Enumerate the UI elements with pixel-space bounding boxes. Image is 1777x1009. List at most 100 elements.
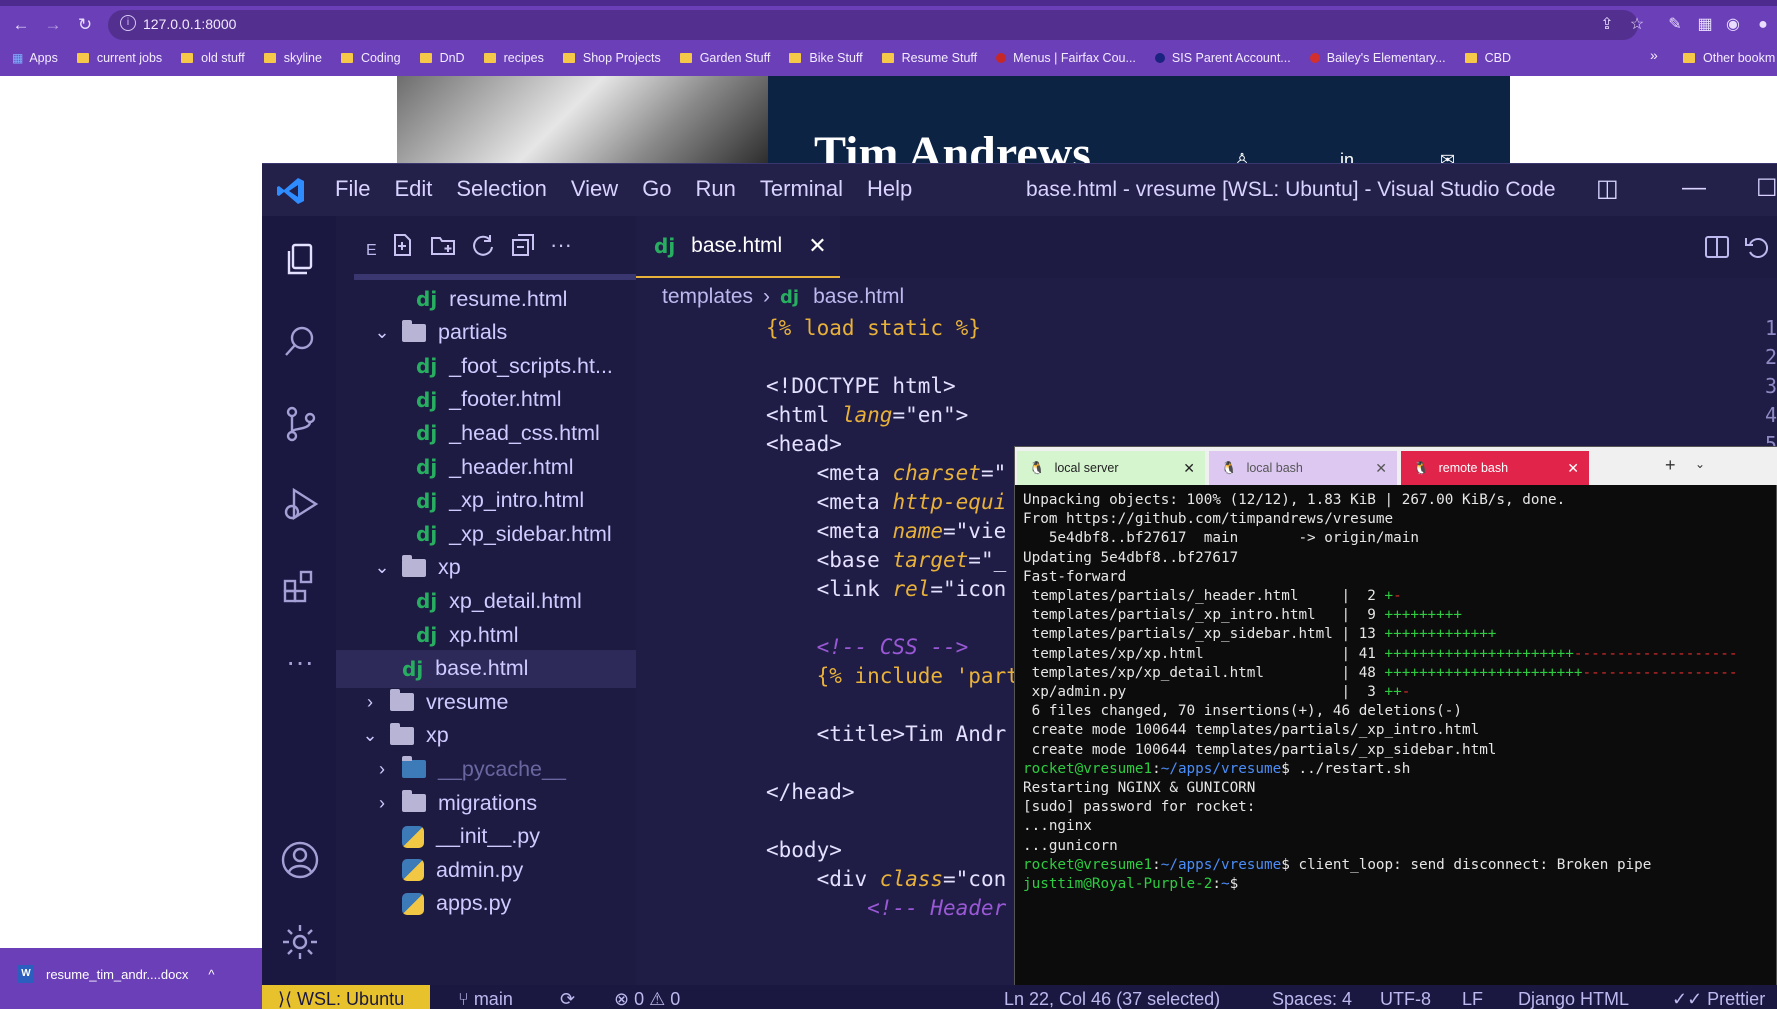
code-line[interactable]: <title>Tim Andr [766,722,1007,746]
extension-icon[interactable]: ▦ [1694,14,1716,36]
tree-file[interactable]: dj _head_css.html [336,414,636,452]
tree-folder[interactable]: ⌄ partials [336,314,636,352]
bookmark-item[interactable]: Coding [340,51,401,65]
tree-file[interactable]: dj _xp_intro.html [336,482,636,520]
close-icon[interactable]: ✕ [1375,460,1387,477]
source-control-icon[interactable] [280,404,320,444]
tree-file[interactable]: dj _header.html [336,448,636,486]
sync-icon[interactable]: ⟳ [560,989,575,1009]
dropdown-chevron-icon[interactable]: ⌄ [1695,457,1705,471]
bookmarks-overflow-icon[interactable]: » [1650,47,1658,63]
new-folder-icon[interactable] [430,232,460,262]
code-line[interactable]: <div class="con [766,867,1007,891]
bookmark-item[interactable]: Garden Stuff [679,51,770,65]
refresh-icon[interactable] [470,232,500,262]
menu-item-run[interactable]: Run [696,176,736,202]
site-info-icon[interactable]: i [120,15,136,31]
extensions-icon[interactable] [280,566,320,606]
close-icon[interactable]: ✕ [808,233,826,259]
chevron-right-icon[interactable]: › [372,759,392,780]
code-line[interactable]: <!-- CSS --> [766,635,969,659]
code-line[interactable]: <body> [766,838,842,862]
bookmark-star-icon[interactable]: ☆ [1626,14,1648,36]
tree-folder[interactable]: › __pycache__ [336,750,636,788]
remote-indicator[interactable]: ⟩⟨ WSL: Ubuntu [262,985,430,1009]
bookmark-item[interactable]: Resume Stuff [881,51,977,65]
chevron-down-icon[interactable]: ⌄ [360,725,380,746]
branch-indicator[interactable]: ⑂ main [458,989,513,1009]
code-line[interactable]: <base target="_ [766,548,1007,572]
cursor-position[interactable]: Ln 22, Col 46 (37 selected) [1004,989,1220,1009]
more-actions-icon[interactable]: ··· [550,232,580,262]
back-arrow-icon[interactable]: ← [10,14,32,36]
code-line[interactable]: <meta charset=" [766,461,1007,485]
tree-file[interactable]: dj _footer.html [336,381,636,419]
code-line[interactable]: <!-- Header [766,896,1006,920]
code-line[interactable]: <meta name="vie [766,519,1007,543]
indentation[interactable]: Spaces: 4 [1272,989,1352,1009]
bookmark-item[interactable]: Bailey's Elementary... [1309,51,1446,65]
tree-folder[interactable]: › migrations [336,784,636,822]
code-line[interactable]: <!DOCTYPE html> [766,374,956,398]
breadcrumb-folder[interactable]: templates [662,285,753,309]
chevron-down-icon[interactable]: ⌄ [372,557,392,578]
terminal-tab[interactable]: 🐧 remote bash ✕ [1401,451,1589,485]
problems-indicator[interactable]: ⊗ 0 ⚠ 0 [614,989,680,1009]
code-line[interactable]: <meta http-equi [766,490,1007,514]
prettier-indicator[interactable]: ✓✓ Prettier [1672,989,1765,1009]
profile-icon[interactable]: ● [1752,14,1774,36]
new-file-icon[interactable] [390,232,420,262]
share-icon[interactable]: ⇪ [1596,14,1618,36]
settings-gear-icon[interactable] [280,922,320,962]
bookmark-item[interactable]: Shop Projects [562,51,661,65]
terminal-tab[interactable]: 🐧 local server ✕ [1017,451,1205,485]
bookmark-item[interactable]: ▦ Apps [12,51,58,65]
tree-file[interactable]: apps.py [336,885,636,923]
code-line[interactable]: <html lang="en"> [766,403,968,427]
explorer-icon[interactable] [280,240,320,280]
address-bar[interactable] [108,10,1638,40]
run-debug-icon[interactable] [280,484,320,524]
code-line[interactable]: <head> [766,432,842,456]
code-line[interactable]: </head> [766,780,855,804]
tree-folder[interactable]: ⌄ xp [336,549,636,587]
other-bookmarks[interactable]: Other bookm [1683,44,1775,72]
breadcrumb-file[interactable]: base.html [813,285,904,309]
reload-icon[interactable]: ↻ [74,14,96,36]
download-item[interactable]: W resume_tim_andr....docx ^ [18,965,214,983]
tree-file[interactable]: dj _foot_scripts.ht... [336,347,636,385]
chevron-right-icon[interactable]: › [372,793,392,814]
tree-file[interactable]: dj _xp_sidebar.html [336,515,636,553]
forward-arrow-icon[interactable]: → [42,14,64,36]
menu-item-file[interactable]: File [335,176,370,202]
code-line[interactable]: <link rel="icon [766,577,1007,601]
bookmark-item[interactable]: current jobs [76,51,162,65]
tree-file[interactable]: dj resume.html [336,280,636,318]
bookmark-item[interactable]: DnD [419,51,465,65]
chevron-up-icon[interactable]: ^ [208,967,214,982]
layout-icon[interactable]: ◫ [1596,174,1619,203]
tree-file[interactable]: dj xp_detail.html [336,582,636,620]
chevron-down-icon[interactable]: ⌄ [372,322,392,343]
close-icon[interactable]: ✕ [1183,460,1195,477]
close-icon[interactable]: ✕ [1567,460,1579,477]
maximize-icon[interactable]: ☐ [1756,174,1777,203]
encoding[interactable]: UTF-8 [1380,989,1431,1009]
bookmark-item[interactable]: SIS Parent Account... [1154,51,1291,65]
bookmark-item[interactable]: CBD [1464,51,1511,65]
menu-item-edit[interactable]: Edit [394,176,432,202]
language-mode[interactable]: Django HTML [1518,989,1629,1009]
tree-folder[interactable]: › vresume [336,683,636,721]
editor-tab[interactable]: dj base.html ✕ [636,216,840,278]
bookmark-item[interactable]: recipes [483,51,544,65]
bookmark-item[interactable]: Bike Stuff [789,51,863,65]
menu-item-go[interactable]: Go [642,176,671,202]
tree-file[interactable]: admin.py [336,851,636,889]
end-of-line[interactable]: LF [1462,989,1483,1009]
more-icon[interactable]: ··· [280,646,320,686]
extension-icon[interactable]: ✎ [1664,14,1686,36]
url-text[interactable]: 127.0.0.1:8000 [143,16,236,32]
revert-icon[interactable] [1742,232,1772,262]
menu-item-selection[interactable]: Selection [456,176,547,202]
terminal-output[interactable]: Unpacking objects: 100% (12/12), 1.83 Ki… [1015,485,1777,995]
